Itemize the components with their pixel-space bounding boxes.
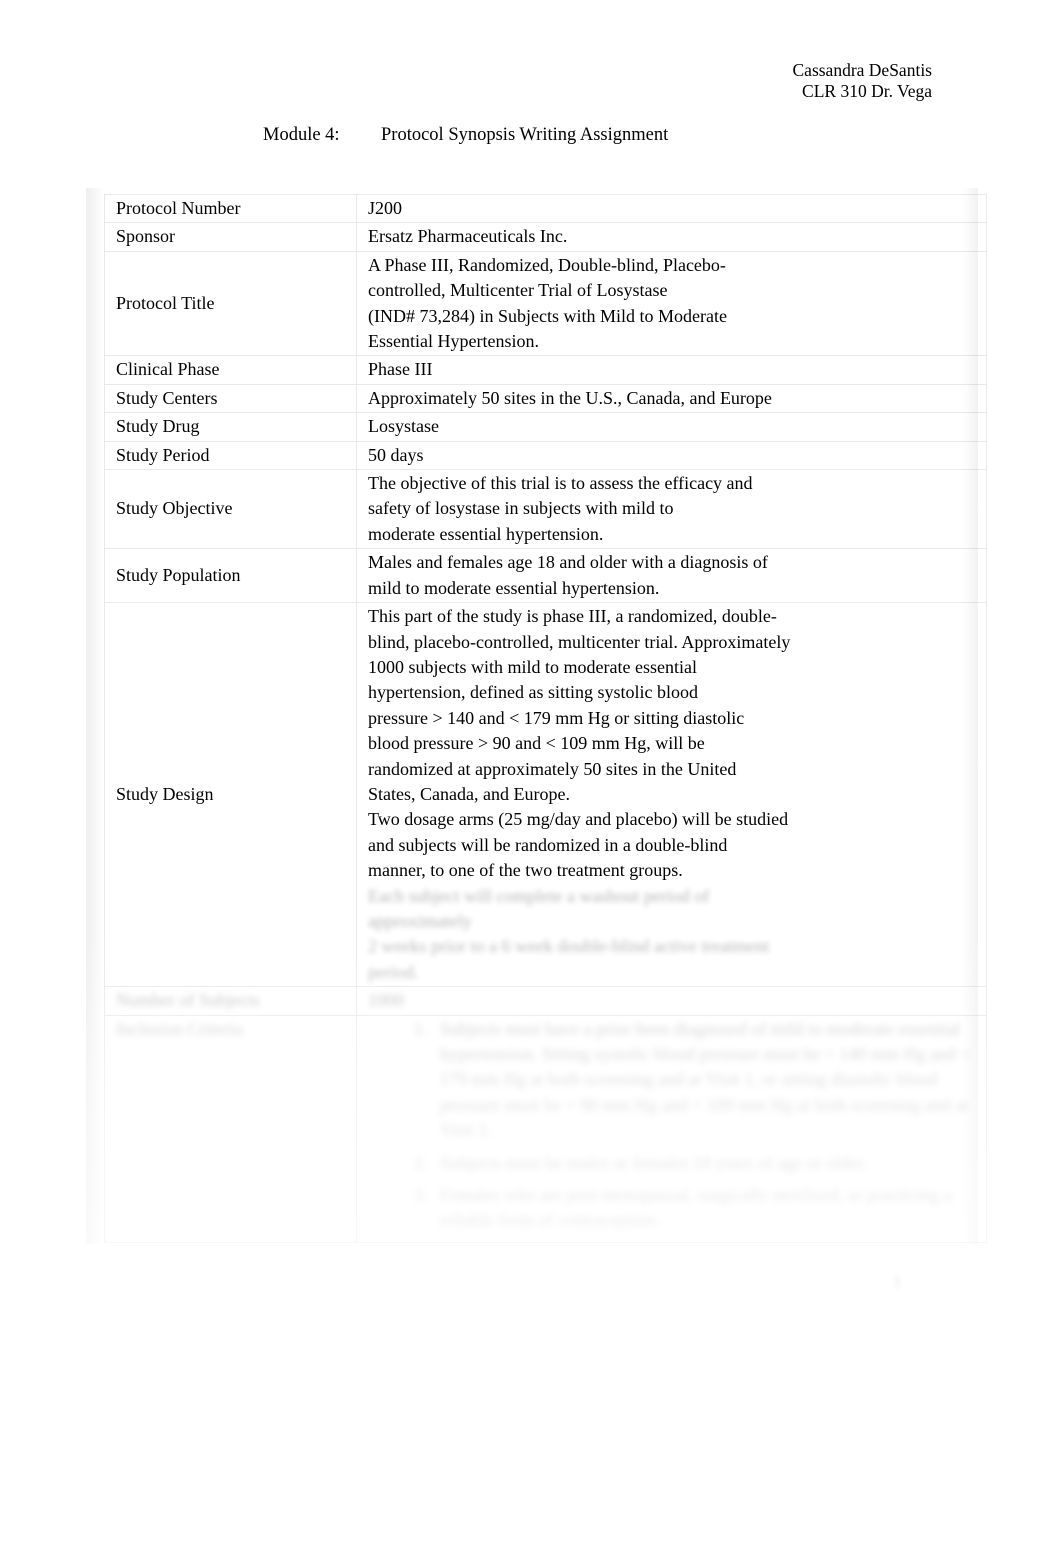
row-label-protocol-title: Protocol Title — [104, 250, 357, 357]
protocol-synopsis-table: Protocol Number J200 Sponsor Ersatz Phar… — [104, 193, 987, 1243]
value-line: moderate essential hypertension. — [368, 523, 604, 544]
row-label-number-of-subjects: Number of Subjects — [104, 986, 357, 1016]
row-label-study-drug: Study Drug — [104, 412, 357, 442]
value-line: manner, to one of the two treatment grou… — [368, 860, 683, 881]
row-label-study-objective: Study Objective — [104, 469, 357, 550]
row-label-protocol-number: Protocol Number — [104, 193, 357, 224]
row-label-study-centers: Study Centers — [104, 383, 357, 414]
row-label-inclusion-criteria: Inclusion Criteria — [104, 1014, 357, 1243]
table-row: Number of Subjects 1000 — [104, 986, 987, 1016]
value-line: Essential Hypertension. — [368, 331, 539, 352]
value-line: Each subject will complete a washout per… — [368, 885, 710, 906]
obscured-text-block: Each subject will complete a washout per… — [368, 884, 986, 986]
value-line: 50 days — [368, 444, 424, 465]
table-row: Clinical Phase Phase III — [104, 355, 987, 385]
row-value-study-drug: Losystase — [356, 412, 987, 442]
row-value-study-period: 50 days — [356, 440, 987, 471]
value-line: Losystase — [368, 416, 439, 437]
value-line: The objective of this trial is to assess… — [368, 473, 753, 494]
table-row: Study Objective The objective of this tr… — [104, 469, 987, 550]
row-label-study-population: Study Population — [104, 548, 357, 604]
value-line: and subjects will be randomized in a dou… — [368, 834, 728, 855]
value-line: Approximately 50 sites in the U.S., Cana… — [368, 387, 772, 408]
value-line: mild to moderate essential hypertension. — [368, 577, 660, 598]
table-row: Inclusion Criteria Subjects must have a … — [104, 1014, 987, 1243]
value-line: randomized at approximately 50 sites in … — [368, 758, 737, 779]
value-line: hypertension, defined as sitting systoli… — [368, 682, 698, 703]
table-row: Protocol Number J200 — [104, 193, 987, 224]
list-item: Subjects must be males or females 18 yea… — [432, 1151, 986, 1176]
row-value-number-of-subjects: 1000 — [356, 986, 987, 1016]
page-title: Protocol Synopsis Writing Assignment — [381, 125, 669, 145]
value-line: A Phase III, Randomized, Double-blind, P… — [368, 254, 726, 275]
obscured-label: Number of Subjects — [116, 990, 260, 1011]
value-line: period. — [368, 961, 419, 982]
row-label-sponsor: Sponsor — [104, 222, 357, 252]
value-line: blood pressure > 90 and < 109 mm Hg, wil… — [368, 733, 705, 754]
value-line: This part of the study is phase III, a r… — [368, 606, 777, 627]
course-instructor: CLR 310 Dr. Vega — [802, 81, 932, 101]
value-line: J200 — [368, 198, 403, 218]
value-line: Phase III — [368, 359, 433, 380]
table-row: Sponsor Ersatz Pharmaceuticals Inc. — [104, 222, 987, 252]
value-line: Males and females age 18 and older with … — [368, 552, 768, 573]
page-number: 1 — [893, 1272, 902, 1291]
row-value-study-population: Males and females age 18 and older with … — [356, 548, 987, 604]
assignment-title-line: Module 4: Protocol Synopsis Writing Assig… — [263, 123, 668, 147]
author-name: Cassandra DeSantis — [792, 60, 933, 80]
row-value-study-objective: The objective of this trial is to assess… — [356, 469, 987, 550]
module-label: Module 4: — [263, 125, 340, 145]
row-value-clinical-phase: Phase III — [356, 355, 987, 385]
value-line: 1000 subjects with mild to moderate esse… — [368, 656, 697, 677]
obscured-value: 1000 — [368, 990, 404, 1011]
value-line: blind, placebo-controlled, multicenter t… — [368, 631, 791, 652]
value-line: States, Canada, and Europe. — [368, 783, 570, 804]
list-item: Females who are post-menopausal, surgica… — [432, 1183, 986, 1234]
row-value-study-design: This part of the study is phase III, a r… — [356, 602, 987, 988]
row-value-study-centers: Approximately 50 sites in the U.S., Cana… — [356, 383, 987, 414]
protocol-synopsis-table-wrapper: Protocol Number J200 Sponsor Ersatz Phar… — [86, 188, 987, 1244]
table-row: Protocol Title A Phase III, Randomized, … — [104, 250, 987, 357]
table-row: Study Period 50 days — [104, 440, 987, 471]
row-label-study-design: Study Design — [104, 602, 357, 988]
row-value-sponsor: Ersatz Pharmaceuticals Inc. — [356, 222, 987, 252]
value-line: (IND# 73,284) in Subjects with Mild to M… — [368, 305, 727, 326]
value-line: pressure > 140 and < 179 mm Hg or sittin… — [368, 707, 745, 728]
row-value-inclusion-criteria: Subjects must have a prior been diagnose… — [356, 1014, 987, 1243]
row-value-protocol-title: A Phase III, Randomized, Double-blind, P… — [356, 250, 987, 357]
table-row: Study Design This part of the study is p… — [104, 602, 987, 988]
value-line: approximately — [368, 910, 472, 931]
row-label-clinical-phase: Clinical Phase — [104, 355, 357, 385]
row-label-study-period: Study Period — [104, 440, 357, 471]
value-line: Ersatz Pharmaceuticals Inc. — [368, 226, 568, 247]
obscured-label: Inclusion Criteria — [116, 1018, 243, 1039]
table-row: Study Drug Losystase — [104, 412, 987, 442]
inclusion-criteria-list: Subjects must have a prior been diagnose… — [368, 1017, 986, 1234]
document-header: Cassandra DeSantis CLR 310 Dr. Vega — [793, 60, 933, 102]
table-row: Study Population Males and females age 1… — [104, 548, 987, 604]
value-line: controlled, Multicenter Trial of Losysta… — [368, 280, 668, 301]
document-page: Cassandra DeSantis CLR 310 Dr. Vega Modu… — [0, 0, 1062, 1561]
list-item: Subjects must have a prior been diagnose… — [432, 1017, 986, 1144]
value-line: Two dosage arms (25 mg/day and placebo) … — [368, 809, 789, 830]
value-line: 2 weeks prior to a 6 week double-blind a… — [368, 936, 770, 957]
value-line: safety of losystase in subjects with mil… — [368, 498, 674, 519]
row-value-protocol-number: J200 — [356, 193, 987, 224]
table-row: Study Centers Approximately 50 sites in … — [104, 383, 987, 414]
